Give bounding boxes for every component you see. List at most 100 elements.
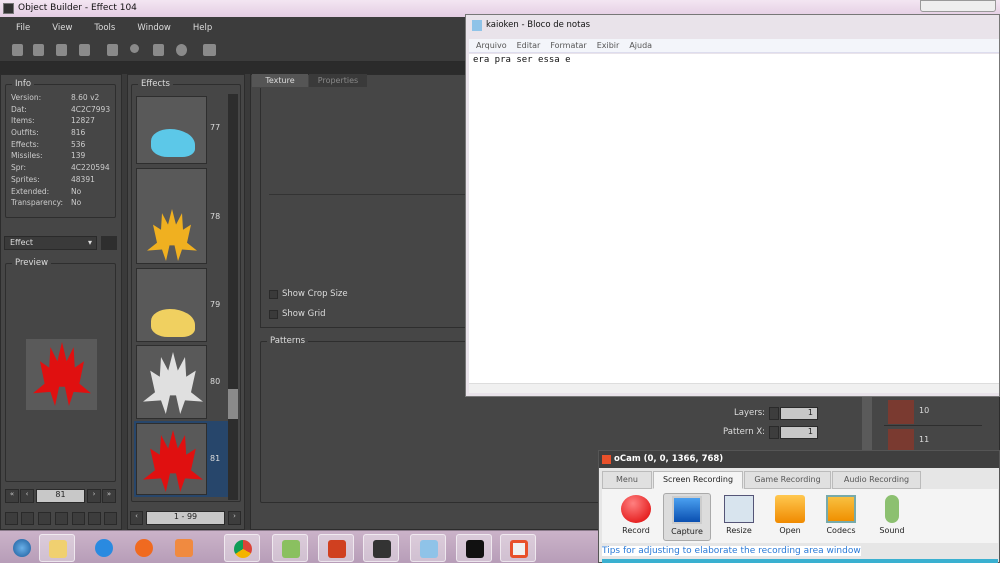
tab-menu[interactable]: Menu (602, 471, 652, 489)
frame-input[interactable]: 81 (36, 489, 85, 503)
open-folder-icon[interactable] (33, 44, 44, 56)
taskbar-object-builder[interactable] (363, 534, 399, 562)
pattern-x-label: Pattern X: (723, 427, 765, 437)
horizontal-scrollbar[interactable] (469, 383, 999, 393)
window-controls[interactable] (920, 0, 996, 12)
menu-file[interactable]: File (16, 23, 30, 33)
open-button[interactable]: Open (766, 493, 814, 541)
taskbar-internet-explorer[interactable] (86, 534, 122, 562)
taskbar-firefox[interactable] (126, 534, 162, 562)
pattern-x-stepper[interactable] (769, 426, 779, 439)
pattern-x-input[interactable]: 1 (780, 426, 818, 439)
duplicate-icon[interactable] (72, 512, 85, 525)
effects-scrollbar[interactable] (228, 94, 238, 500)
codecs-button[interactable]: Codecs (817, 493, 865, 541)
taskbar-game-client[interactable] (318, 534, 354, 562)
edit-icon[interactable] (55, 512, 68, 525)
category-select[interactable]: Effect ▾ (4, 236, 97, 250)
sprite-item[interactable]: 11 (884, 428, 982, 450)
info-row: Items: 12827 (11, 116, 115, 128)
effect-item[interactable] (136, 268, 207, 342)
capture-button[interactable]: Capture (663, 493, 711, 541)
tab-audio-recording[interactable]: Audio Recording (832, 471, 921, 489)
info-value: 12827 (71, 116, 95, 126)
info-value: 8.60 v2 (71, 93, 100, 102)
windows-logo-icon (13, 539, 31, 557)
info-key: Dat: (11, 104, 27, 114)
prev-frame-button[interactable]: ‹ (20, 489, 34, 503)
show-grid-label: Show Grid (282, 309, 326, 319)
effect-id: 80 (210, 377, 221, 386)
show-grid-checkbox[interactable] (269, 310, 278, 319)
menu-editar[interactable]: Editar (517, 41, 541, 50)
log-icon[interactable] (203, 44, 216, 56)
resize-button[interactable]: Resize (715, 493, 763, 541)
grid-icon[interactable] (153, 44, 164, 56)
effect-item[interactable] (136, 423, 207, 495)
info-key: Items: (11, 116, 35, 126)
save-as-icon[interactable] (79, 44, 90, 56)
taskbar-cmd[interactable] (456, 534, 492, 562)
effect-id: 77 (210, 123, 221, 132)
info-row: Effects: 536 (11, 140, 115, 152)
replace-icon[interactable] (38, 512, 51, 525)
search-icon[interactable] (130, 44, 139, 53)
info-group: Info Version: 8.60 v2 Dat: 4C2C7993 Items: 12… (5, 79, 116, 218)
tab-screen-recording[interactable]: Screen Recording (653, 471, 743, 489)
menu-view[interactable]: View (52, 23, 72, 33)
import-icon[interactable] (5, 512, 18, 525)
compile-icon[interactable] (107, 44, 118, 56)
tab-game-recording[interactable]: Game Recording (744, 471, 831, 489)
menu-ajuda[interactable]: Ajuda (629, 41, 652, 50)
last-frame-button[interactable]: » (102, 489, 116, 503)
list-options-icon[interactable] (101, 236, 117, 250)
sound-button[interactable]: Sound (868, 493, 916, 541)
notepad-text-area[interactable]: era pra ser essa e (469, 54, 999, 393)
taskbar-chrome[interactable] (224, 534, 260, 562)
tab-properties[interactable]: Properties (309, 74, 367, 87)
ocam-window: oCam (0, 0, 1366, 768) Menu Screen Recor… (598, 450, 1000, 563)
splitter[interactable] (862, 396, 872, 456)
menu-window[interactable]: Window (137, 23, 171, 33)
effect-item[interactable] (136, 168, 207, 264)
record-button[interactable]: Record (612, 493, 660, 541)
menu-arquivo[interactable]: Arquivo (476, 41, 507, 50)
prev-page-button[interactable]: ‹ (130, 511, 143, 525)
menu-tools[interactable]: Tools (94, 23, 115, 33)
chrome-icon (234, 540, 252, 558)
info-key: Spr: (11, 163, 26, 173)
tab-texture[interactable]: Texture (252, 74, 308, 87)
show-crop-size-checkbox[interactable] (269, 290, 278, 299)
next-page-button[interactable]: › (228, 511, 241, 525)
layers-input[interactable]: 1 (780, 407, 818, 420)
taskbar-explorer[interactable] (39, 534, 75, 562)
taskbar-media-player[interactable] (166, 534, 202, 562)
menu-help[interactable]: Help (193, 23, 212, 33)
next-frame-button[interactable]: › (87, 489, 101, 503)
info-row: Outfits: 816 (11, 128, 115, 140)
save-icon[interactable] (56, 44, 67, 56)
new-file-icon[interactable] (12, 44, 23, 56)
notepad-icon (472, 20, 482, 31)
new-icon[interactable] (88, 512, 101, 525)
layers-stepper[interactable] (769, 407, 779, 420)
taskbar-notepad-plus[interactable] (272, 534, 308, 562)
notepad-plus-icon (282, 540, 300, 558)
notepad-window: kaioken - Bloco de notas Arquivo Editar … (465, 14, 1000, 397)
play-icon[interactable] (176, 44, 187, 56)
export-icon[interactable] (21, 512, 34, 525)
menu-formatar[interactable]: Formatar (550, 41, 586, 50)
show-crop-size-label: Show Crop Size (282, 289, 348, 299)
first-frame-button[interactable]: « (5, 489, 19, 503)
chevron-down-icon: ▾ (87, 238, 92, 247)
delete-icon[interactable] (104, 512, 117, 525)
sprite-item[interactable]: 10 (884, 398, 982, 426)
menu-exibir[interactable]: Exibir (597, 41, 620, 50)
start-button[interactable] (4, 534, 36, 562)
taskbar-notepad[interactable] (410, 534, 446, 562)
effect-item[interactable] (136, 345, 207, 419)
ocam-status-strip (602, 559, 998, 563)
effect-item[interactable] (136, 96, 207, 164)
taskbar-ocam[interactable] (500, 534, 536, 562)
ocam-tip-link[interactable]: Tips for adjusting to elaborate the reco… (602, 546, 861, 556)
